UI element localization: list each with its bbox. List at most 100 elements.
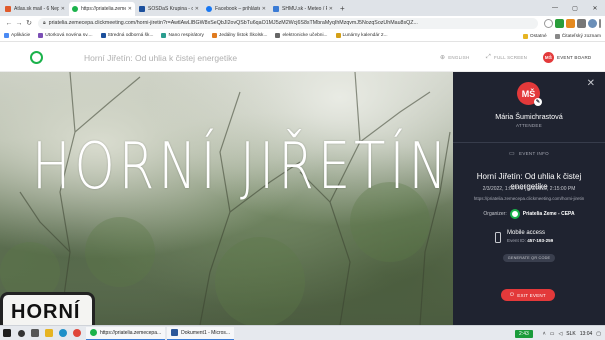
window-controls: — ▢ ✕ [545,0,605,16]
tab-title: https://priatelia.zemecepa [81,6,126,12]
browser-tab[interactable]: SOŠDaS Krupina - oficiálna w ✕ [136,2,202,16]
bookmark-item[interactable]: Lunárny kalendár 2... [335,33,388,38]
event-dates: 2/3/2022, 1:00 PM | 2/3/2022, 2:15:00 PM [482,186,576,192]
globe-icon: ⊕ [440,55,446,61]
video-stream[interactable]: HORNÍ JIŘETÍN HORNÍ [0,72,453,325]
word-icon [171,329,179,336]
road-sign: HORNÍ [0,292,95,325]
road-sign-text: HORNÍ [11,301,81,323]
file-explorer-button[interactable] [42,326,56,340]
event-title: Horní Jiřetín: Od uhlia k čistej energet… [84,53,238,63]
event-id-row: Event ID: 457-193-259 [507,238,553,243]
exit-icon: ⏻ [510,292,515,298]
event-board-button[interactable]: MŠ EVENT BOARD [543,52,591,63]
notification-icon[interactable]: ▢ [596,331,601,337]
maximize-button[interactable]: ▢ [565,0,585,16]
taskbar-app-word[interactable]: Dokument1 - Micros... [167,326,235,340]
bookmark-item[interactable]: Utorková novéna sv.... [38,33,93,38]
bookmark-label: elektronicke učebni... [282,33,328,38]
tab-title: Facebook – prihláste sa alebo [215,6,260,12]
language-indicator[interactable]: SLK [566,331,575,337]
close-tab-icon[interactable]: ✕ [61,6,65,12]
bookmark-star-icon[interactable] [544,18,553,28]
start-button[interactable] [0,326,14,340]
folder-icon [522,33,528,39]
browser-tab[interactable]: Facebook – prihláste sa alebo ✕ [203,2,269,16]
network-icon[interactable]: ▭ [550,331,555,337]
divider [453,142,605,143]
info-card-icon: ▭ [509,151,516,157]
bookmark-item[interactable]: Nano respirátory [161,33,204,38]
lock-icon: 🔒︎ [43,20,46,26]
reading-list[interactable]: Čitateľský zoznam [554,33,601,39]
taskbar-app-label: https://priatelia.zemecepa... [100,329,162,336]
browser-tab[interactable]: SHMÚ.sk - Meteo / Počasie ✕ [270,2,336,16]
organizer-logo-icon [509,209,520,219]
close-tab-icon[interactable]: ✕ [128,6,132,12]
stream-title-overlay: HORNÍ JIŘETÍN [32,130,451,204]
extension-orange-icon[interactable] [566,18,575,28]
bookmark-label: Jedálny lístok Školsk... [218,33,268,38]
close-window-button[interactable]: ✕ [585,0,605,16]
event-id: 457-193-259 [527,238,554,243]
task-view-button[interactable] [28,326,42,340]
reading-list-icon [554,33,560,39]
organizer-name: Priatelia Zeme - CEPA [522,211,575,217]
search-button[interactable] [14,326,28,340]
school-favicon-icon [139,6,145,12]
forward-icon[interactable]: → [14,20,24,27]
bookmark-favicon-icon [100,33,106,38]
close-tab-icon[interactable]: ✕ [329,6,333,12]
bookmark-item[interactable]: Jedálny lístok Školsk... [211,33,268,38]
bookmark-favicon-icon [211,33,217,38]
avatar: MŠ ✎ [517,82,542,106]
atlas-favicon-icon [5,6,11,12]
tab-title: SHMÚ.sk - Meteo / Počasie [282,6,327,12]
url-field[interactable]: 🔒︎ priatelia.zemecepa.clickmeeting.com/h… [38,17,538,29]
profile-icon[interactable] [588,18,597,28]
browser-tab[interactable]: Atlas.sk mail - 6 Neprečítaných ✕ [2,2,68,16]
close-tab-icon[interactable]: ✕ [195,6,199,12]
language-button[interactable]: ⊕ ENGLISH [440,54,469,61]
chrome-button[interactable] [70,326,84,340]
bookmarks-bar: Aplikácie Utorková novéna sv.... Stredná… [0,30,605,42]
bookmark-label: Lunárny kalendár 2... [342,33,388,38]
close-icon[interactable]: ✕ [587,78,595,89]
task-view-icon [31,329,39,337]
edge-icon [59,329,67,337]
close-tab-icon[interactable]: ✕ [262,6,266,12]
tab-title: Atlas.sk mail - 6 Neprečítaných [14,6,59,12]
avatar: MŠ [543,52,554,63]
attendee-name: Mária Šumichrastová [495,112,563,121]
bookmark-item[interactable]: elektronicke učebni... [275,33,328,38]
clock[interactable]: 13:04 [580,331,593,337]
language-label: ENGLISH [448,55,470,60]
apps-grid-icon [4,33,9,38]
tab-title: SOŠDaS Krupina - oficiálna w [148,6,193,12]
back-icon[interactable]: ← [4,20,14,27]
edge-button[interactable] [56,326,70,340]
event-url[interactable]: https://priatelia.zemecepa.clickmeeting.… [453,196,605,201]
chevron-up-icon[interactable]: ˄ [543,331,546,337]
reload-icon[interactable]: ↻ [24,19,34,27]
extension-puzzle-icon[interactable] [577,18,586,28]
browser-tab-active[interactable]: https://priatelia.zemecepa ✕ [69,2,135,16]
edit-icon[interactable]: ✎ [534,98,542,106]
taskbar-app-browser[interactable]: https://priatelia.zemecepa... [86,326,166,340]
generate-qr-code-button[interactable]: GENERATE QR CODE [503,254,555,262]
exit-event-button[interactable]: ⏻ EXIT EVENT [501,289,555,301]
bookmark-item[interactable]: Aplikácie [4,33,30,38]
exit-event-label: EXIT EVENT [517,292,546,298]
score-badge[interactable]: 2:43 [515,329,533,338]
minimize-button[interactable]: — [545,0,565,16]
other-bookmarks[interactable]: Ostatné [522,33,547,39]
browser-tab-strip: Atlas.sk mail - 6 Neprečítaných ✕ https:… [0,0,605,16]
address-bar: ← → ↻ 🔒︎ priatelia.zemecepa.clickmeeting… [0,16,605,30]
volume-icon[interactable]: ◁ [558,331,562,337]
bookmark-item[interactable]: Stredná odborná šk... [100,33,153,38]
extension-green-icon[interactable] [555,18,564,28]
new-tab-button[interactable]: + [340,4,345,13]
menu-kebab-icon[interactable] [599,18,601,28]
bookmark-favicon-icon [38,33,44,38]
full-screen-button[interactable]: ⤢ FULL SCREEN [486,54,527,61]
